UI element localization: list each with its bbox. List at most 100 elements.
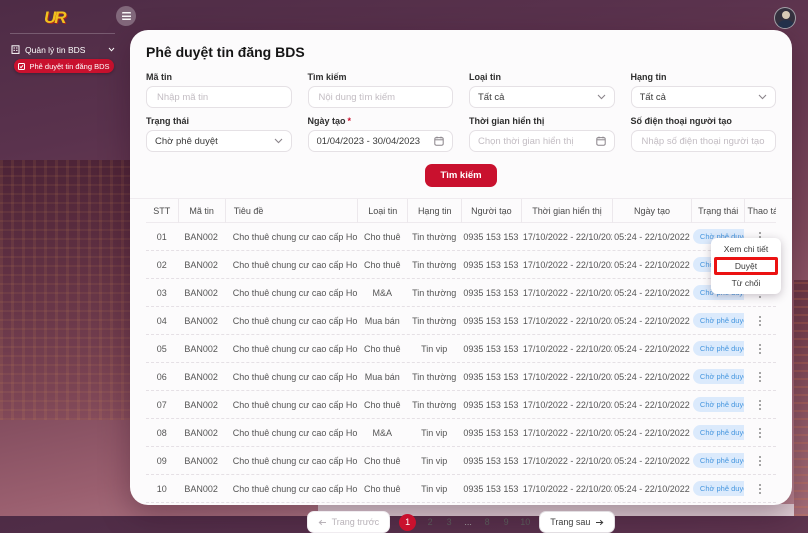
filter-label: Số điện thoại người tạo <box>630 116 732 126</box>
daterange-placeholder: Chọn thời gian hiển thị <box>478 135 574 147</box>
filter-label: Hạng tin <box>630 72 667 82</box>
kebab-icon <box>759 431 762 434</box>
cell-ma-tin: BAN002 <box>184 343 218 354</box>
column-header-thao-tac: Thao tác <box>744 198 776 223</box>
table-row: 06 BAN002 Cho thuê chung cư cao cấp Hoàn… <box>146 363 776 391</box>
sidebar-section-label: Quản lý tin BDS <box>25 44 86 55</box>
cell-thao-tac <box>744 454 776 468</box>
cell-loai-tin: Cho thuê <box>363 231 401 242</box>
filter-bar: Mã tin Tìm kiếm Loại tin Tất cả Hạng tin… <box>146 72 776 152</box>
prev-page-label: Trang trước <box>331 517 380 527</box>
status-badge: Chờ phê duyệt <box>692 341 745 356</box>
row-actions-button[interactable] <box>753 342 767 356</box>
pagination-pages: 1 2 3... 8 9 10 <box>399 513 530 531</box>
cell-ma-tin: BAN002 <box>184 399 218 410</box>
approve-icon <box>18 62 26 70</box>
column-header-loai-tin: Loại tin <box>357 198 407 223</box>
cell-thao-tac <box>744 398 776 412</box>
building-icon <box>11 45 20 54</box>
row-actions-button[interactable] <box>753 426 767 440</box>
calendar-icon <box>434 136 444 146</box>
page-number[interactable]: 8 <box>482 517 492 527</box>
cell-stt: 02 <box>156 259 167 270</box>
filter-hang-tin: Hạng tin Tất cả <box>630 72 776 108</box>
cell-trang-thai: Chờ phê duyệt <box>691 369 745 384</box>
loai-tin-select[interactable]: Tất cả <box>469 86 615 108</box>
table-row: 10 BAN002 Cho thuê chung cư cao cấp Hoàn… <box>146 475 776 503</box>
row-actions-button[interactable] <box>753 454 767 468</box>
so-dien-thoai-input[interactable] <box>639 134 767 148</box>
sidebar-divider <box>10 33 115 34</box>
select-value: Tất cả <box>478 91 505 103</box>
thoi-gian-hien-thi-daterange[interactable]: Chọn thời gian hiển thị <box>469 130 615 152</box>
cell-hang-tin: Tin thường <box>412 315 457 326</box>
cell-ngay-tao: 05:24 - 22/10/2022 <box>614 427 690 438</box>
ngay-tao-daterange[interactable]: 01/04/2023 - 30/04/2023 <box>307 130 453 152</box>
kebab-icon <box>759 403 762 406</box>
chevron-down-icon <box>597 94 606 100</box>
cell-tieu-de: Cho thuê chung cư cao cấp Hoàng Anh Gia … <box>232 455 358 466</box>
cell-hang-tin: Tin vip <box>421 343 448 354</box>
user-avatar[interactable] <box>774 7 796 29</box>
sidebar-toggle-button[interactable] <box>116 6 136 26</box>
status-badge: Chờ phê duyệt <box>692 425 745 440</box>
kebab-icon <box>759 319 762 322</box>
cell-ma-tin: BAN002 <box>184 259 218 270</box>
filter-label: Mã tin <box>146 72 172 82</box>
sidebar-item-quan-ly-tin-bds[interactable]: Quản lý tin BDS <box>11 42 115 57</box>
filter-thoi-gian-hien-thi: Thời gian hiển thị Chọn thời gian hiển t… <box>469 116 615 152</box>
app-logo: UR <box>44 8 67 27</box>
page-number[interactable]: 10 <box>520 517 530 527</box>
tim-kiem-input[interactable] <box>316 90 444 104</box>
search-button[interactable]: Tìm kiếm <box>425 164 497 187</box>
context-menu-item[interactable]: Duyệt <box>714 257 778 275</box>
row-actions-button[interactable] <box>753 314 767 328</box>
pagination-ellipsis: ... <box>464 517 472 527</box>
filter-ngay-tao: Ngày tạo * 01/04/2023 - 30/04/2023 <box>307 116 453 152</box>
hang-tin-select[interactable]: Tất cả <box>630 86 776 108</box>
cell-nguoi-tao: 0935 153 153 <box>463 399 519 410</box>
cell-hang-tin: Tin vip <box>421 427 448 438</box>
status-badge: Chờ phê duyệt <box>692 481 745 496</box>
cell-hang-tin: Tin thường <box>412 287 457 298</box>
cell-hang-tin: Tin vip <box>421 483 448 494</box>
cell-tieu-de: Cho thuê chung cư cao cấp Hoàng Anh Gia … <box>232 343 358 354</box>
context-menu-item[interactable]: Xem chi tiết <box>711 241 781 257</box>
row-actions-button[interactable] <box>753 370 767 384</box>
filter-label: Ngày tạo * <box>307 116 352 126</box>
cell-nguoi-tao: 0935 153 153 <box>463 343 519 354</box>
context-menu-item[interactable]: Từ chối <box>711 275 781 291</box>
chevron-down-icon <box>274 138 283 144</box>
status-badge: Chờ phê duyệt <box>692 313 745 328</box>
prev-page-button[interactable]: Trang trước <box>306 511 391 533</box>
cell-thao-tac <box>744 370 776 384</box>
next-page-button[interactable]: Trang sau <box>539 511 616 533</box>
cell-nguoi-tao: 0935 153 153 <box>463 455 519 466</box>
cell-thao-tac <box>744 426 776 440</box>
cell-ngay-tao: 05:24 - 22/10/2022 <box>614 371 690 382</box>
filter-so-dien-thoai: Số điện thoại người tạo <box>630 116 776 152</box>
background-photo-right <box>794 280 808 516</box>
cell-hang-tin: Tin vip <box>421 455 448 466</box>
trang-thai-select[interactable]: Chờ phê duyệt <box>146 130 292 152</box>
row-actions-button[interactable] <box>753 482 767 496</box>
cell-trang-thai: Chờ phê duyệt <box>691 425 745 440</box>
cell-ngay-tao: 05:24 - 22/10/2022 <box>614 455 690 466</box>
page-number[interactable]: 3 <box>444 517 454 527</box>
calendar-icon <box>595 136 606 146</box>
sidebar-item-phe-duyet-tin-dang-bds[interactable]: Phê duyệt tin đăng BDS <box>14 59 114 73</box>
cell-nguoi-tao: 0935 153 153 <box>463 259 519 270</box>
page-number[interactable]: 1 <box>399 513 417 531</box>
cell-stt: 08 <box>156 427 167 438</box>
page-number[interactable]: 9 <box>501 517 511 527</box>
cell-loai-tin: Cho thuê <box>363 343 401 354</box>
filter-label: Thời gian hiển thị <box>469 116 545 126</box>
status-badge: Chờ phê duyệt <box>692 397 745 412</box>
cell-stt: 07 <box>156 399 167 410</box>
row-actions-button[interactable] <box>753 398 767 412</box>
ma-tin-input[interactable] <box>155 90 283 104</box>
cell-loai-tin: Cho thuê <box>363 259 401 270</box>
cell-ma-tin: BAN002 <box>184 483 218 494</box>
page-number[interactable]: 2 <box>425 517 435 527</box>
filter-label: Trạng thái <box>146 116 190 126</box>
